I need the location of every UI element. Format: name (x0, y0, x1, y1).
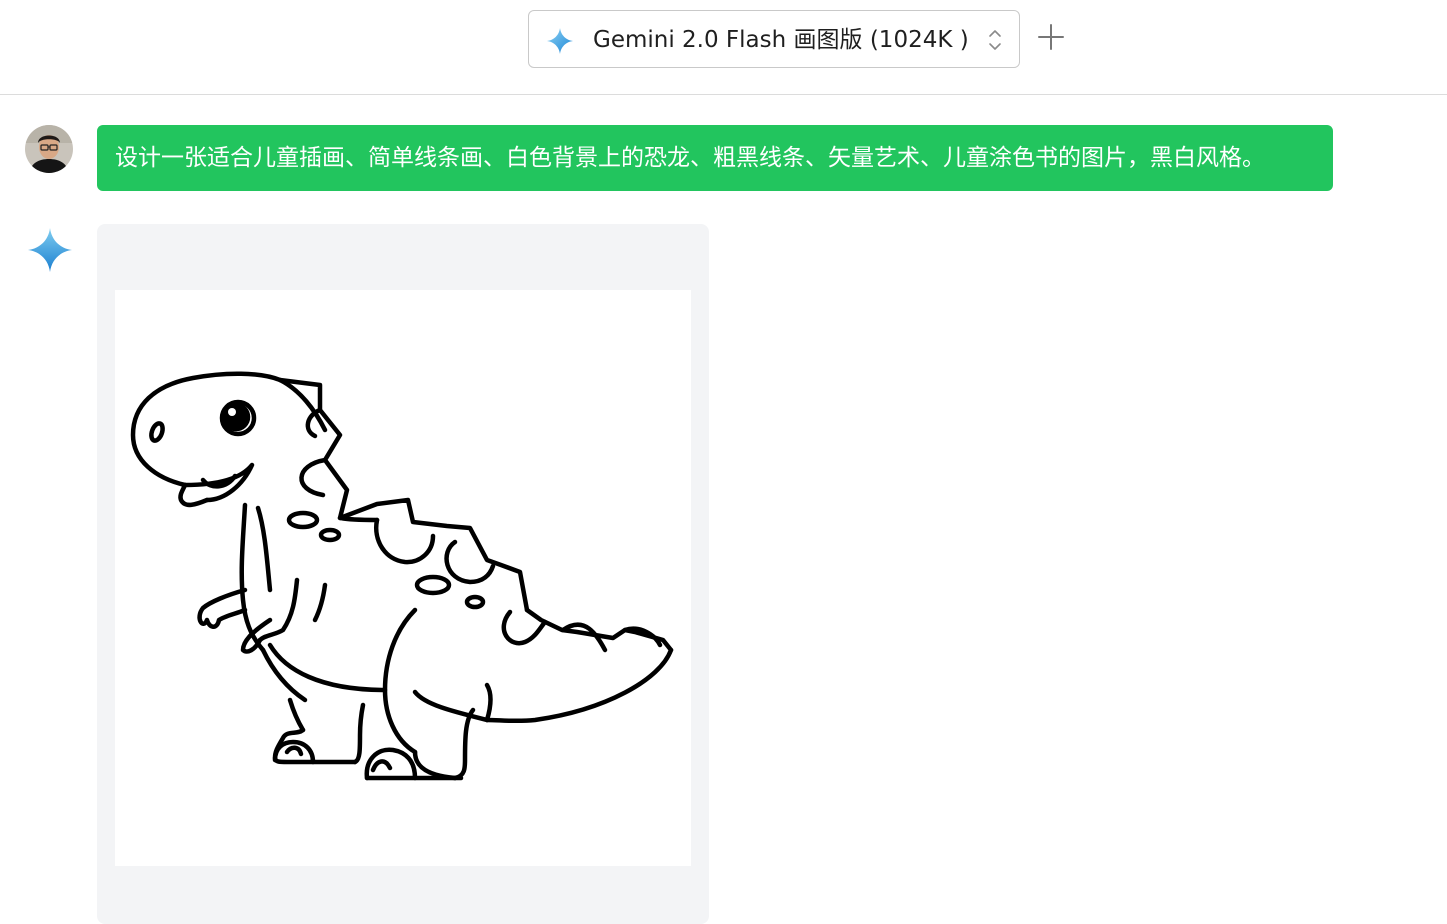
model-selector[interactable]: Gemini 2.0 Flash 画图版 (1024K ) (528, 10, 1020, 68)
dinosaur-line-art-image[interactable] (115, 290, 691, 866)
user-avatar (25, 125, 73, 173)
assistant-response-card (97, 224, 709, 924)
gemini-sparkle-icon (547, 28, 573, 54)
chevron-up-down-icon (989, 30, 1001, 50)
user-message-bubble: 设计一张适合儿童插画、简单线条画、白色背景上的恐龙、粗黑线条、矢量艺术、儿童涂色… (97, 125, 1333, 191)
plus-icon[interactable] (1036, 22, 1066, 52)
top-bar: Gemini 2.0 Flash 画图版 (1024K ) (0, 0, 1447, 95)
model-label: Gemini 2.0 Flash 画图版 (1024K ) (593, 27, 969, 53)
dinosaur-drawing (130, 371, 674, 781)
user-message-text: 设计一张适合儿童插画、简单线条画、白色背景上的恐龙、粗黑线条、矢量艺术、儿童涂色… (115, 145, 1265, 171)
gemini-sparkle-icon (28, 228, 72, 272)
